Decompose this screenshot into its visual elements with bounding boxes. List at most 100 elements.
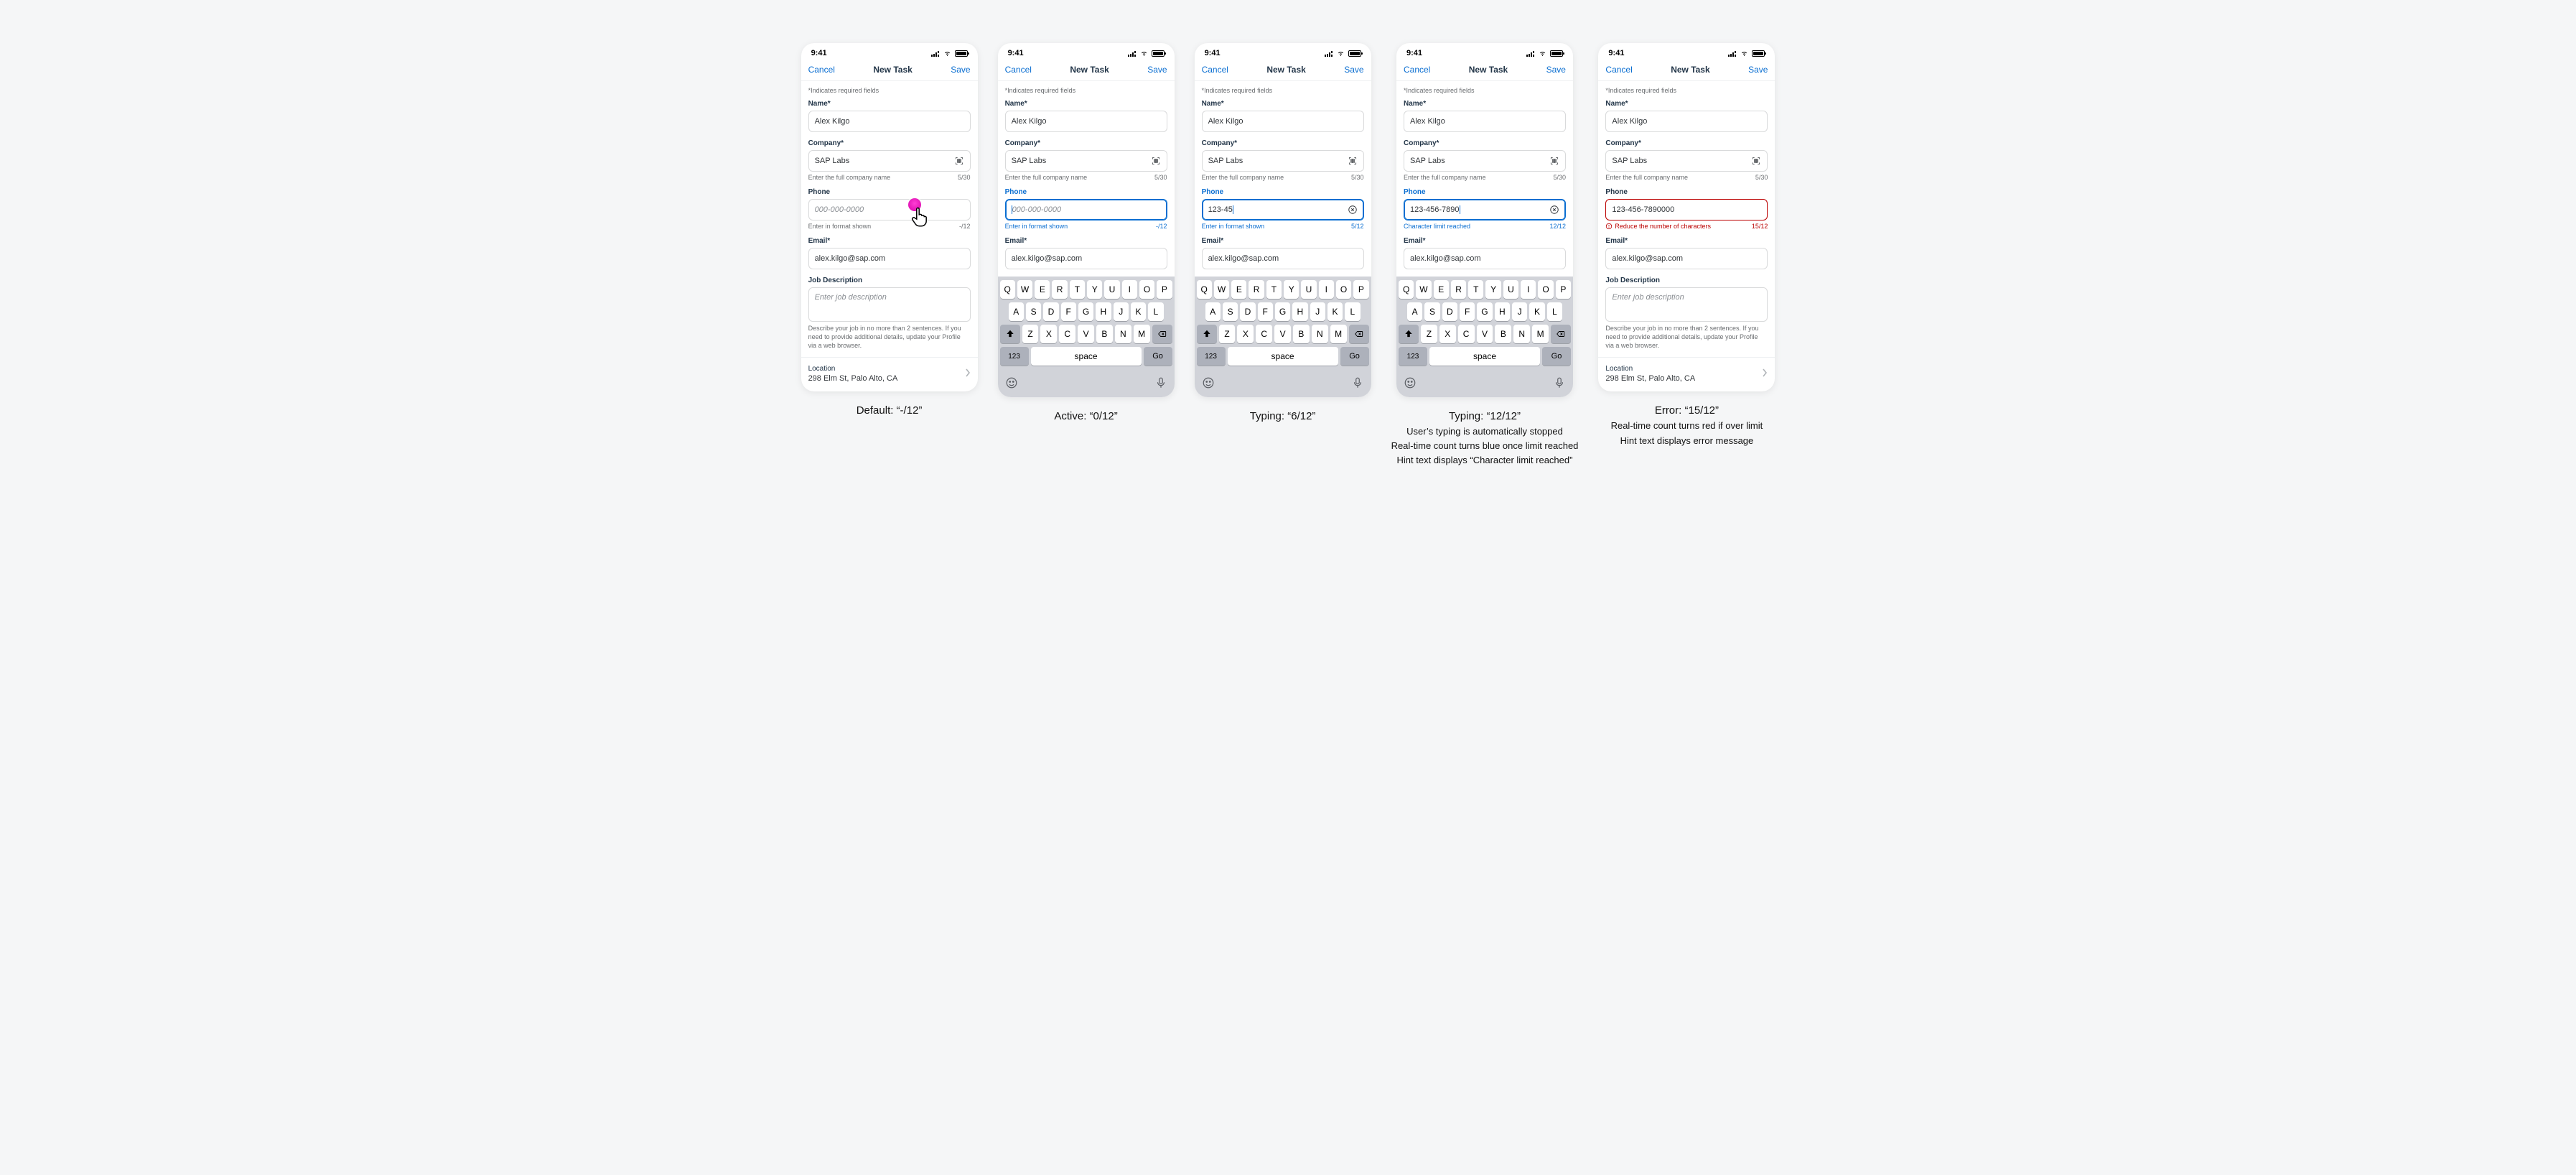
scan-icon[interactable]: [954, 156, 964, 166]
mic-icon[interactable]: [1351, 376, 1364, 393]
key-q[interactable]: Q: [1000, 280, 1015, 299]
phone-input[interactable]: 123-45: [1202, 199, 1364, 220]
key-123[interactable]: 123: [1197, 347, 1226, 366]
key-space[interactable]: space: [1429, 347, 1540, 366]
key-m[interactable]: M: [1134, 325, 1150, 343]
key-v[interactable]: V: [1078, 325, 1094, 343]
key-backspace[interactable]: [1349, 325, 1369, 343]
emoji-icon[interactable]: [1005, 376, 1018, 393]
key-y[interactable]: Y: [1087, 280, 1102, 299]
mic-icon[interactable]: [1154, 376, 1167, 393]
key-q[interactable]: Q: [1197, 280, 1212, 299]
key-r[interactable]: R: [1052, 280, 1067, 299]
key-o[interactable]: O: [1336, 280, 1351, 299]
location-row[interactable]: Location298 Elm St, Palo Alto, CA: [1598, 357, 1775, 391]
job-textarea[interactable]: Enter job description: [808, 287, 971, 322]
email-input[interactable]: alex.kilgo@sap.com: [1005, 248, 1167, 269]
company-input[interactable]: SAP Labs: [1605, 150, 1768, 172]
key-w[interactable]: W: [1214, 280, 1229, 299]
save-button[interactable]: Save: [1748, 65, 1768, 75]
email-input[interactable]: alex.kilgo@sap.com: [1605, 248, 1768, 269]
phone-input[interactable]: 000-000-0000: [1005, 199, 1167, 220]
clear-icon[interactable]: [1549, 205, 1559, 215]
key-g[interactable]: G: [1078, 302, 1093, 321]
key-t[interactable]: T: [1070, 280, 1085, 299]
scan-icon[interactable]: [1751, 156, 1761, 166]
key-e[interactable]: E: [1231, 280, 1246, 299]
key-123[interactable]: 123: [1399, 347, 1427, 366]
location-row[interactable]: Location 298 Elm St, Palo Alto, CA: [801, 357, 978, 391]
cancel-button[interactable]: Cancel: [808, 65, 835, 75]
state-typing1-column: 9:41 CancelNew TaskSave *Indicates requi…: [1195, 43, 1371, 468]
name-input[interactable]: Alex Kilgo: [1605, 111, 1768, 132]
scan-icon[interactable]: [1348, 156, 1358, 166]
key-r[interactable]: R: [1249, 280, 1264, 299]
key-w[interactable]: W: [1017, 280, 1032, 299]
cancel-button[interactable]: Cancel: [1005, 65, 1032, 75]
key-i[interactable]: I: [1122, 280, 1137, 299]
name-input[interactable]: Alex Kilgo: [1005, 111, 1167, 132]
cancel-button[interactable]: Cancel: [1202, 65, 1228, 75]
key-a[interactable]: A: [1009, 302, 1024, 321]
key-c[interactable]: C: [1059, 325, 1075, 343]
key-x[interactable]: X: [1040, 325, 1057, 343]
key-n[interactable]: N: [1115, 325, 1131, 343]
scan-icon[interactable]: [1151, 156, 1161, 166]
key-t[interactable]: T: [1266, 280, 1282, 299]
company-input[interactable]: SAP Labs: [1005, 150, 1167, 172]
key-p[interactable]: P: [1157, 280, 1172, 299]
key-p[interactable]: P: [1353, 280, 1368, 299]
cancel-button[interactable]: Cancel: [1605, 65, 1632, 75]
key-j[interactable]: J: [1114, 302, 1129, 321]
email-input[interactable]: alex.kilgo@sap.com: [1202, 248, 1364, 269]
key-backspace[interactable]: [1551, 325, 1571, 343]
name-input[interactable]: Alex Kilgo: [1404, 111, 1566, 132]
key-shift[interactable]: [1197, 325, 1217, 343]
key-e[interactable]: E: [1035, 280, 1050, 299]
phone-hint-error: Reduce the number of characters: [1605, 223, 1711, 230]
cancel-button[interactable]: Cancel: [1404, 65, 1430, 75]
key-shift[interactable]: [1000, 325, 1020, 343]
key-f[interactable]: F: [1061, 302, 1076, 321]
key-i[interactable]: I: [1319, 280, 1334, 299]
key-go[interactable]: Go: [1340, 347, 1369, 366]
key-backspace[interactable]: [1152, 325, 1172, 343]
key-go[interactable]: Go: [1144, 347, 1172, 366]
phone-input[interactable]: 000-000-0000: [808, 199, 971, 220]
save-button[interactable]: Save: [1147, 65, 1167, 75]
key-123[interactable]: 123: [1000, 347, 1029, 366]
key-space[interactable]: space: [1228, 347, 1338, 366]
key-b[interactable]: B: [1096, 325, 1113, 343]
name-input[interactable]: Alex Kilgo: [1202, 111, 1364, 132]
company-input[interactable]: SAP Labs: [1404, 150, 1566, 172]
scan-icon[interactable]: [1549, 156, 1559, 166]
mic-icon[interactable]: [1553, 376, 1566, 393]
key-s[interactable]: S: [1026, 302, 1041, 321]
emoji-icon[interactable]: [1202, 376, 1215, 393]
company-input[interactable]: SAP Labs: [1202, 150, 1364, 172]
key-h[interactable]: H: [1096, 302, 1111, 321]
key-l[interactable]: L: [1148, 302, 1163, 321]
name-input[interactable]: Alex Kilgo: [808, 111, 971, 132]
email-input[interactable]: alex.kilgo@sap.com: [1404, 248, 1566, 269]
key-space[interactable]: space: [1031, 347, 1142, 366]
phone-input[interactable]: 123-456-7890: [1404, 199, 1566, 220]
company-input[interactable]: SAP Labs: [808, 150, 971, 172]
key-u[interactable]: U: [1104, 280, 1119, 299]
save-button[interactable]: Save: [1344, 65, 1363, 75]
key-go[interactable]: Go: [1542, 347, 1571, 366]
key-o[interactable]: O: [1139, 280, 1154, 299]
save-button[interactable]: Save: [1546, 65, 1566, 75]
email-input[interactable]: alex.kilgo@sap.com: [808, 248, 971, 269]
key-shift[interactable]: [1399, 325, 1419, 343]
key-d[interactable]: D: [1043, 302, 1058, 321]
emoji-icon[interactable]: [1404, 376, 1417, 393]
save-button[interactable]: Save: [951, 65, 970, 75]
key-y[interactable]: Y: [1284, 280, 1299, 299]
phone-input[interactable]: 123-456-7890000: [1605, 199, 1768, 220]
clear-icon[interactable]: [1348, 205, 1358, 215]
key-u[interactable]: U: [1301, 280, 1316, 299]
key-z[interactable]: Z: [1022, 325, 1039, 343]
key-k[interactable]: K: [1131, 302, 1146, 321]
job-textarea[interactable]: Enter job description: [1605, 287, 1768, 322]
